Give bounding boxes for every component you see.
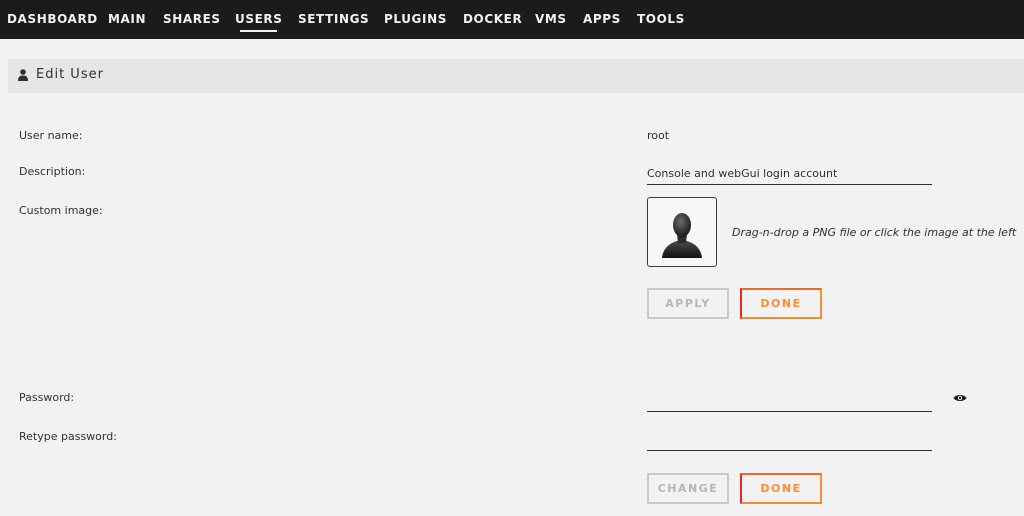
retype-password-field[interactable] [647, 429, 932, 451]
nav-docker[interactable]: DOCKER [463, 12, 522, 26]
user-icon [18, 69, 28, 81]
custom-image-label: Custom image: [19, 204, 103, 217]
nav-apps[interactable]: APPS [583, 12, 621, 26]
user-silhouette-icon [662, 213, 702, 258]
password-field[interactable] [647, 390, 932, 412]
password-label: Password: [19, 391, 75, 404]
retype-password-label: Retype password: [19, 430, 117, 443]
apply-button[interactable]: APPLY [647, 288, 729, 319]
done-button[interactable]: DONE [740, 288, 822, 319]
page-title: Edit User [36, 67, 104, 82]
nav-plugins[interactable]: PLUGINS [384, 12, 447, 26]
done-password-button[interactable]: DONE [740, 473, 822, 504]
username-label: User name: [19, 129, 83, 142]
username-value: root [647, 129, 670, 142]
description-label: Description: [19, 165, 86, 178]
section-title-bar: Edit User [8, 59, 1024, 93]
eye-icon[interactable] [953, 393, 967, 403]
nav-tools[interactable]: TOOLS [637, 12, 685, 26]
change-button[interactable]: CHANGE [647, 473, 729, 504]
nav-settings[interactable]: SETTINGS [298, 12, 369, 26]
nav-vms[interactable]: VMS [535, 12, 567, 26]
description-field[interactable] [647, 163, 932, 185]
nav-shares[interactable]: SHARES [163, 12, 221, 26]
nav-main[interactable]: MAIN [108, 12, 146, 26]
drop-hint: Drag-n-drop a PNG file or click the imag… [732, 226, 1017, 239]
nav-users[interactable]: USERS [235, 12, 282, 32]
custom-image-picker[interactable] [647, 197, 717, 267]
top-nav: DASHBOARD MAIN SHARES USERS SETTINGS PLU… [0, 0, 1024, 39]
nav-dashboard[interactable]: DASHBOARD [7, 12, 98, 26]
